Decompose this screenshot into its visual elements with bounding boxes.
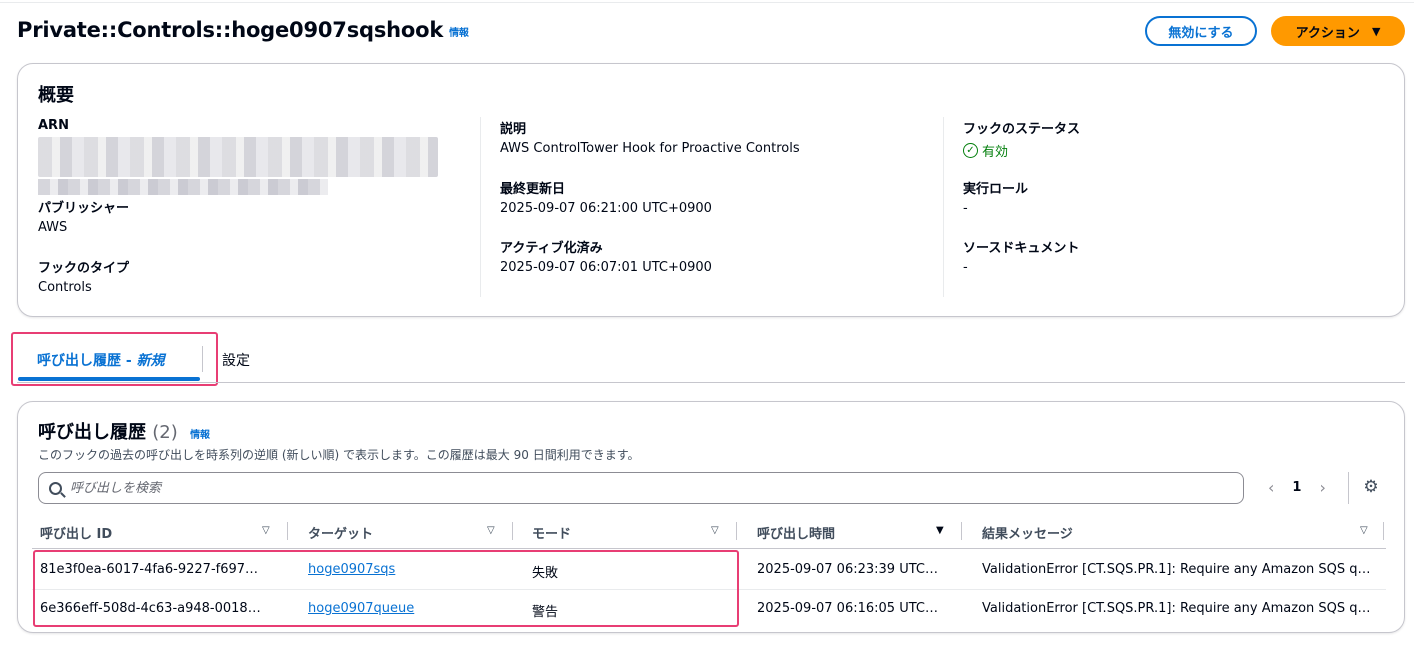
sort-down-icon[interactable]: ▽ [487,525,495,536]
status-value: 有効 [982,145,1009,160]
chevron-right-icon[interactable]: › [1319,478,1325,497]
pagination: ‹ 1 › [1268,478,1326,497]
message-cell: ValidationError [CT.SQS.PR.1]: Require a… [982,562,1371,577]
time-cell: 2025-09-07 06:23:39 UTC… [757,562,938,577]
check-circle-icon: ✓ [963,143,978,158]
tab-invocation-history[interactable]: 呼び出し履歴 - 新規 [37,350,165,370]
rows-highlight-annotation [33,550,739,627]
overview-title: 概要 [38,85,74,106]
column-divider [943,117,944,297]
tabs-baseline [17,382,1405,383]
sort-down-icon[interactable]: ▽ [1360,525,1368,536]
publisher-label: パブリッシャー [38,201,130,216]
hook-type-field: フックのタイプ Controls [38,257,129,295]
arn-field: ARN [38,118,438,195]
source-doc-value: - [963,260,968,275]
exec-role-label: 実行ロール [963,182,1029,197]
tab-new-label: 新規 [136,353,165,369]
column-header-message[interactable]: 結果メッセージ [982,523,1073,542]
page-number[interactable]: 1 [1292,480,1301,495]
status-field: フックのステータス ✓ 有効 [963,118,1080,160]
activated-field: アクティブ化済み 2025-09-07 06:07:01 UTC+0900 [500,237,712,275]
last-updated-label: 最終更新日 [500,182,566,197]
description-value: AWS ControlTower Hook for Proactive Cont… [500,141,800,156]
status-badge: ✓ 有効 [963,141,1080,160]
column-header-target[interactable]: ターゲット [308,523,373,542]
publisher-value: AWS [38,220,68,235]
active-tab-indicator [18,377,200,381]
description-field: 説明 AWS ControlTower Hook for Proactive C… [500,118,800,156]
table-header-divider [32,548,1386,549]
source-doc-label: ソースドキュメント [963,241,1080,256]
message-cell: ValidationError [CT.SQS.PR.1]: Require a… [982,601,1371,616]
tab-settings[interactable]: 設定 [222,350,250,370]
column-header-mode[interactable]: モード [532,523,571,542]
history-info-link[interactable]: 情報 [190,430,210,441]
time-cell: 2025-09-07 06:16:05 UTC… [757,601,938,616]
pager-divider [1348,472,1349,504]
info-link[interactable]: 情報 [449,28,469,39]
disable-button[interactable]: 無効にする [1145,16,1257,46]
exec-role-value: - [963,201,968,216]
history-count: (2) [152,422,178,443]
description-label: 説明 [500,122,527,137]
caret-down-icon: ▼ [1371,24,1381,38]
search-icon [49,481,62,495]
source-doc-field: ソースドキュメント - [963,237,1079,275]
arn-value-redacted [38,137,438,177]
tab-invocation-history-label: 呼び出し履歴 - [37,353,137,369]
publisher-field: パブリッシャー AWS [38,197,129,235]
search-input[interactable] [70,480,1170,496]
gear-icon[interactable]: ⚙ [1362,478,1380,496]
last-updated-field: 最終更新日 2025-09-07 06:21:00 UTC+0900 [500,178,712,216]
tab-divider [202,346,203,372]
history-title: 呼び出し履歴 (2) 情報 [38,418,210,444]
search-box[interactable] [38,472,1244,504]
sort-descending-icon[interactable]: ▼ [936,525,944,536]
hook-type-label: フックのタイプ [38,261,130,276]
activated-label: アクティブ化済み [500,241,603,256]
actions-button[interactable]: アクション ▼ [1271,16,1405,46]
last-updated-value: 2025-09-07 06:21:00 UTC+0900 [500,201,712,216]
top-divider [0,2,1414,3]
page-title: Private::Controls::hoge0907sqshook 情報 [17,18,469,42]
history-title-text: 呼び出し履歴 [38,422,146,443]
column-header-id[interactable]: 呼び出し ID [40,523,112,542]
sort-down-icon[interactable]: ▽ [262,525,270,536]
arn-label: ARN [38,118,69,133]
activated-value: 2025-09-07 06:07:01 UTC+0900 [500,260,712,275]
column-divider [480,117,481,297]
overview-card: 概要 ARN パブリッシャー AWS フックのタイプ Controls 説明 A… [17,63,1405,317]
column-resizer[interactable] [736,522,737,540]
page-title-text: Private::Controls::hoge0907sqshook [17,18,444,42]
column-resizer[interactable] [1383,522,1384,540]
chevron-left-icon[interactable]: ‹ [1268,478,1274,497]
hook-type-value: Controls [38,280,92,295]
column-resizer[interactable] [961,522,962,540]
column-resizer[interactable] [287,522,288,540]
exec-role-field: 実行ロール - [963,178,1028,216]
actions-button-label: アクション [1295,25,1360,41]
arn-value-redacted-2 [38,179,328,195]
sort-down-icon[interactable]: ▽ [711,525,719,536]
invocation-history-card: 呼び出し履歴 (2) 情報 このフックの過去の呼び出しを時系列の逆順 (新しい順… [17,401,1405,633]
history-description: このフックの過去の呼び出しを時系列の逆順 (新しい順) で表示します。この履歴は… [38,448,640,462]
column-header-time[interactable]: 呼び出し時間 [757,523,835,542]
status-label: フックのステータス [963,122,1081,137]
column-resizer[interactable] [512,522,513,540]
